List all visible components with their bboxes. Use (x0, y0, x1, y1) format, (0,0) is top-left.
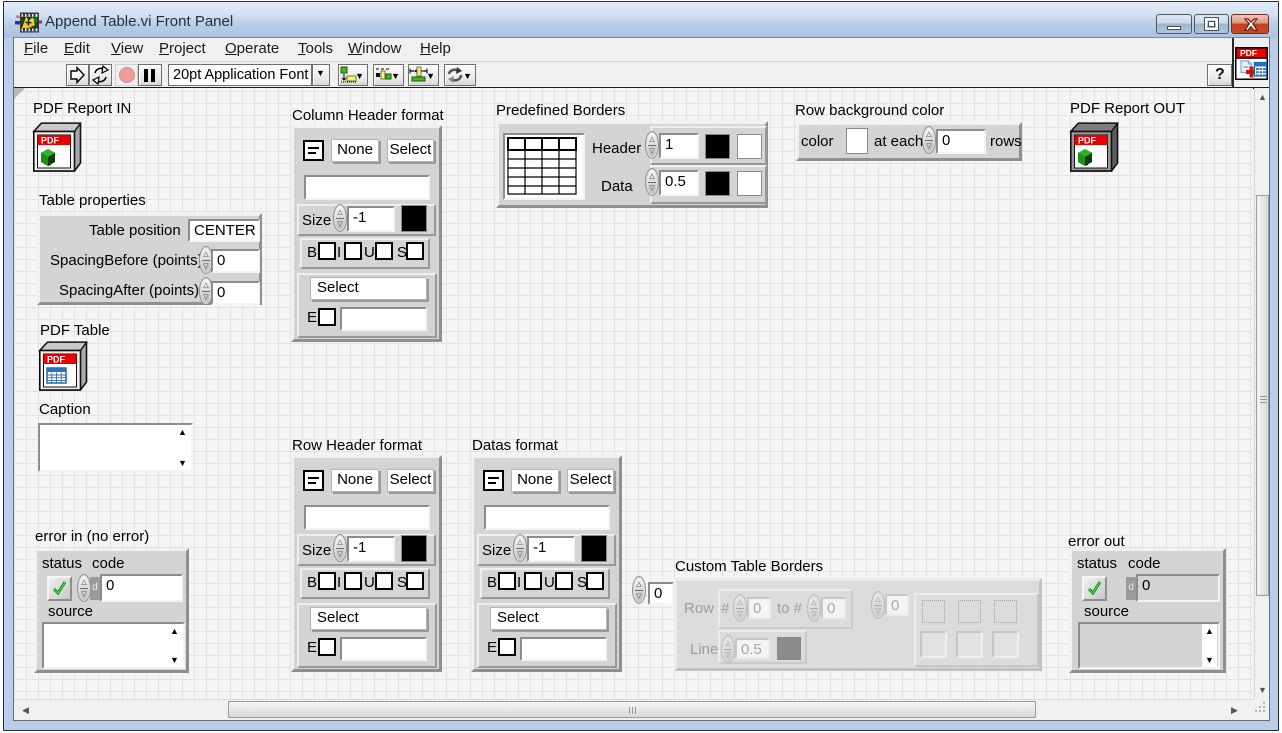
svg-text:PDF: PDF (41, 136, 60, 146)
svg-text:PDF: PDF (1240, 48, 1257, 58)
svg-text:PDF: PDF (47, 355, 66, 365)
svg-text:PDF: PDF (1078, 136, 1097, 146)
